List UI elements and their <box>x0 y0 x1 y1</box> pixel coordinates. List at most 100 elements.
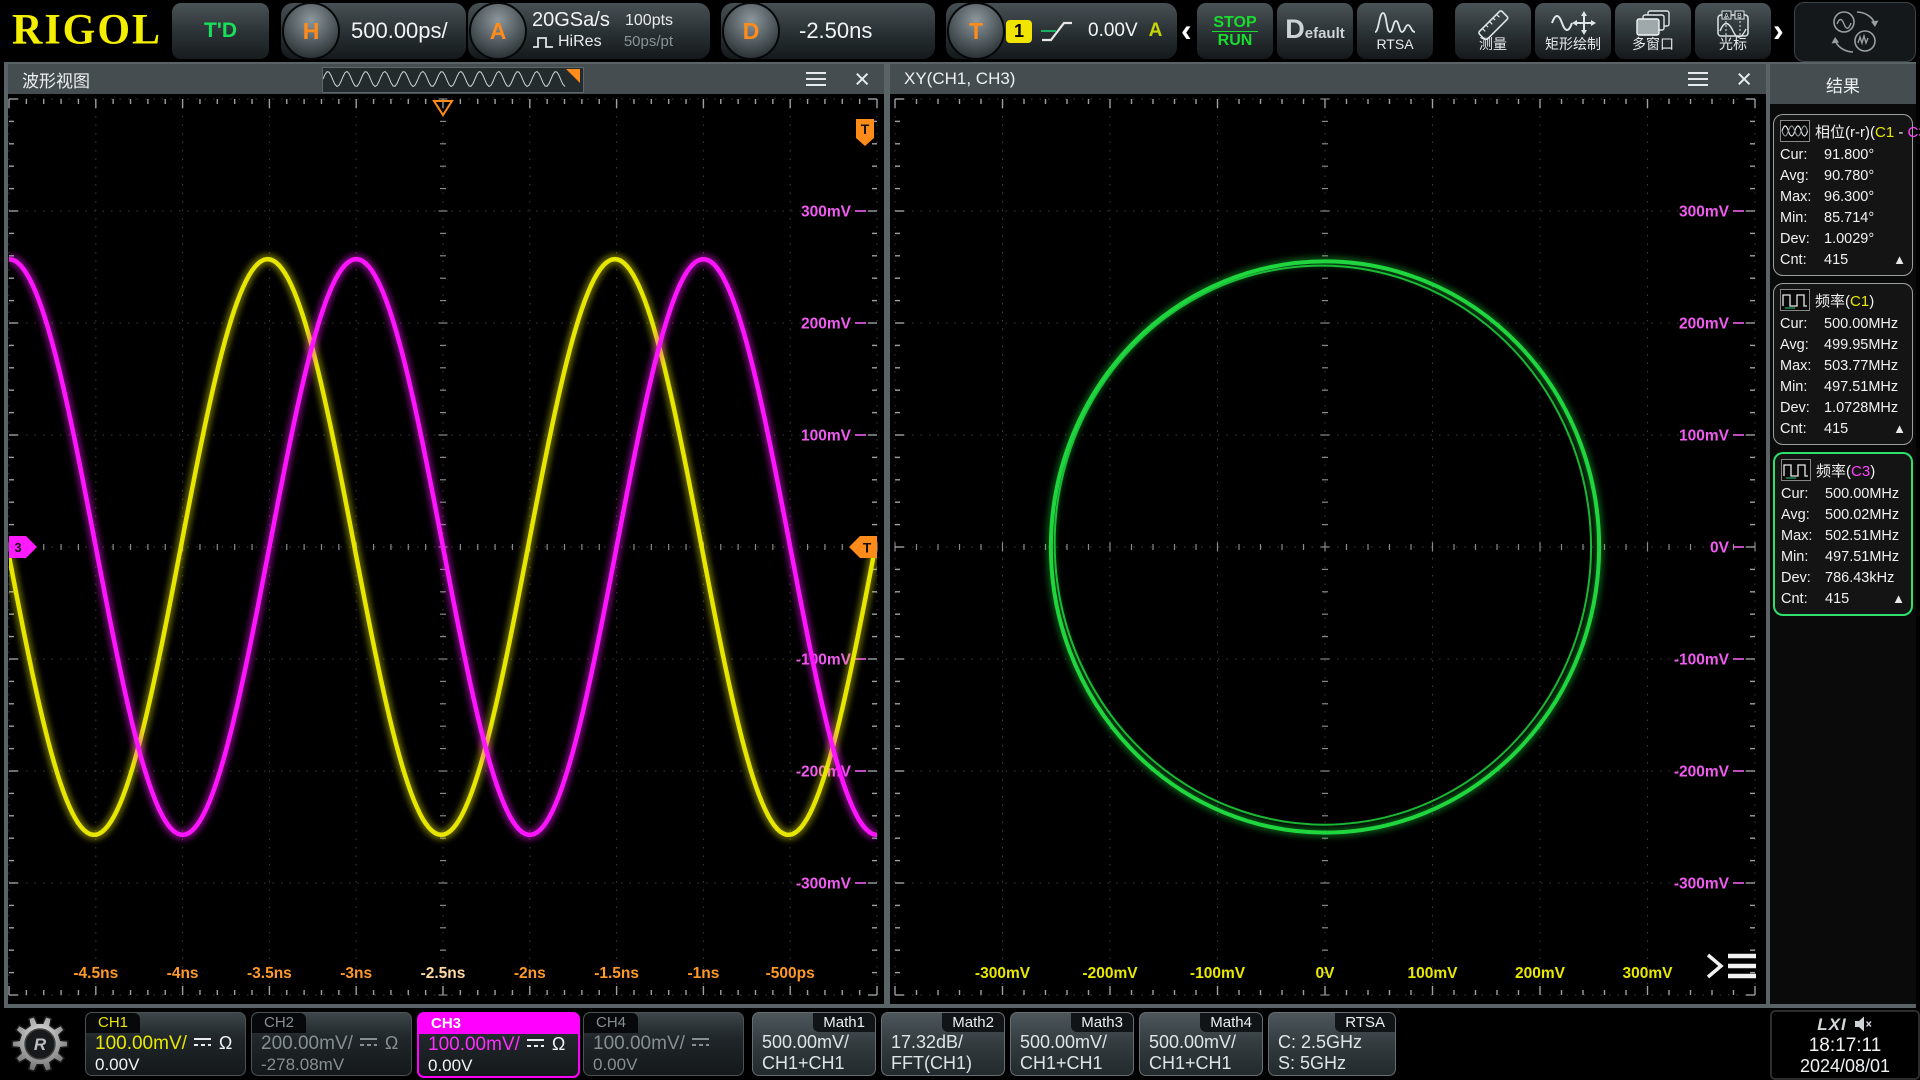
stat-value: 415 <box>1824 421 1848 437</box>
multi-window-label: 多窗口 <box>1632 36 1674 53</box>
rtsa-label: RTSA <box>1376 36 1413 53</box>
x-tick-label: -4.5ns <box>73 965 118 982</box>
math3-box[interactable]: Math3500.00mV/CH1+CH1 <box>1010 1012 1134 1076</box>
results-expand-icon[interactable] <box>1708 955 1756 977</box>
x-tick-label: -1.5ns <box>594 965 639 982</box>
default-button[interactable]: Default <box>1277 3 1353 59</box>
math2-box[interactable]: Math217.32dB/FFT(CH1) <box>881 1012 1005 1076</box>
trigger-knob[interactable]: T <box>947 2 1005 60</box>
trigger-level-flag[interactable]: T <box>856 119 874 146</box>
trigger-level-marker[interactable]: T <box>849 536 877 558</box>
measurement-row: Max:502.51MHz <box>1781 525 1905 546</box>
stat-label: Cnt: <box>1780 421 1824 437</box>
measurement-card-3[interactable]: 频率(C3)Cur:500.00MHzAvg:500.02MHzMax:502.… <box>1773 452 1913 616</box>
svg-text:R: R <box>34 1035 47 1054</box>
measurement-card-header: 频率(C3) <box>1781 457 1905 483</box>
math-tab-row: Math2 <box>882 1013 1004 1032</box>
stat-value: 500.00MHz <box>1825 486 1899 502</box>
x-tick-label: 100mV <box>1408 965 1459 982</box>
math-tab-label: Math2 <box>942 1013 1004 1032</box>
stat-value: 500.00MHz <box>1824 316 1898 332</box>
menu-icon[interactable] <box>1688 68 1708 90</box>
close-icon[interactable]: × <box>854 66 870 93</box>
channel-box-ch3[interactable]: CH3100.00mV/Ω0.00V <box>417 1012 580 1078</box>
x-tick-label: -1ns <box>687 965 719 982</box>
collapse-caret-icon[interactable]: ▲ <box>1893 421 1906 436</box>
measurement-card-1[interactable]: 相位(r-r)(C1 - C3)Cur:91.800°Avg:90.780°Ma… <box>1773 114 1913 276</box>
delay-knob[interactable]: D <box>722 2 780 60</box>
channel-box-ch2[interactable]: CH2200.00mV/Ω-278.08mV <box>251 1012 412 1076</box>
collapse-caret-icon[interactable]: ▲ <box>1893 252 1906 267</box>
channel-tab-label: CH4 <box>584 1013 638 1033</box>
view-switch-button[interactable] <box>1794 2 1916 62</box>
x-tick-label: -4ns <box>167 965 199 982</box>
collapse-caret-icon[interactable]: ▲ <box>1892 591 1905 606</box>
measurement-row: Min:85.714° <box>1780 207 1906 228</box>
rect-draw-button[interactable]: 矩形绘制 <box>1535 3 1611 59</box>
spectrum-icon <box>1374 10 1416 36</box>
svg-text:A: A <box>1724 12 1729 19</box>
ch3-offset-marker[interactable]: 3 <box>9 536 37 558</box>
channel-scale-row: 200.00mV/Ω <box>252 1033 411 1054</box>
y-tick-label: 100mV <box>801 428 852 445</box>
speaker-muted-icon[interactable] <box>1853 1016 1873 1032</box>
rtsa-box[interactable]: RTSAC: 2.5GHzS: 5GHz <box>1268 1012 1396 1076</box>
horizontal-control[interactable]: H 500.00ps/ <box>281 3 466 59</box>
measure-button[interactable]: 测量 <box>1455 3 1531 59</box>
channel-offset-row: 0.00V <box>86 1054 245 1075</box>
menu-icon[interactable] <box>806 68 826 90</box>
rigol-gear-logo[interactable]: R <box>10 1014 70 1079</box>
math-tab-row: RTSA <box>1269 1013 1395 1032</box>
stat-value: 502.51MHz <box>1825 528 1899 544</box>
channel-scale-value: 100.00mV/ <box>593 1033 685 1055</box>
stat-value: 96.300° <box>1824 189 1874 205</box>
trigger-status-button[interactable]: T'D <box>172 3 269 59</box>
horizontal-knob[interactable]: H <box>282 2 340 60</box>
stop-run-label: RUN <box>1212 31 1259 49</box>
measurement-row: Avg:90.780° <box>1780 165 1906 186</box>
system-status-box[interactable]: LXI 18:17:11 2024/08/01 <box>1770 1010 1920 1080</box>
timebase-value: 500.00ps/ <box>351 18 448 44</box>
channel-box-ch1[interactable]: CH1100.00mV/Ω0.00V <box>85 1012 246 1076</box>
math1-box[interactable]: Math1500.00mV/CH1+CH1 <box>752 1012 876 1076</box>
channel-scale-value: 100.00mV/ <box>428 1034 520 1056</box>
close-icon[interactable]: × <box>1736 66 1752 93</box>
multi-window-button[interactable]: 多窗口 <box>1615 3 1691 59</box>
channel-box-ch4[interactable]: CH4100.00mV/0.00V <box>583 1012 744 1076</box>
measurement-card-2[interactable]: 频率(C1)Cur:500.00MHzAvg:499.95MHzMax:503.… <box>1773 283 1913 445</box>
channel-offset-value: 0.00V <box>95 1055 139 1075</box>
waveform-preview-strip[interactable] <box>322 67 584 93</box>
trigger-control[interactable]: T 1 0.00V A <box>946 3 1177 59</box>
acquisition-control[interactable]: A 20GSa/s HiRes 100pts <box>468 3 710 59</box>
channel-tab-label: CH1 <box>86 1013 140 1033</box>
stat-label: Cur: <box>1780 316 1824 332</box>
cursor-ab-icon: AB <box>1715 10 1751 36</box>
cursor-button[interactable]: AB光标 <box>1695 3 1771 59</box>
measurement-row: Min:497.51MHz <box>1781 546 1905 567</box>
acquisition-knob[interactable]: A <box>469 2 527 60</box>
brand-logo: RIGOL <box>12 5 162 55</box>
stat-label: Max: <box>1780 189 1824 205</box>
math4-box[interactable]: Math4500.00mV/CH1+CH1 <box>1139 1012 1263 1076</box>
y-tick-label: 300mV <box>801 204 852 221</box>
preview-trigger-marker[interactable] <box>566 69 580 83</box>
stop-run-button[interactable]: STOPRUN <box>1197 3 1273 59</box>
xy-plot[interactable]: -300mV-200mV-100mV0V100mV200mV300mV300mV… <box>890 94 1766 1004</box>
math-tab-row: Math4 <box>1140 1013 1262 1032</box>
math-source-value: FFT(CH1) <box>882 1053 1004 1074</box>
impedance-label: Ω <box>385 1033 398 1054</box>
graticule <box>895 99 1755 995</box>
y-tick-label: -200mV <box>1674 764 1730 781</box>
trigger-level-value: 0.00V <box>1088 20 1138 42</box>
rtsa-button[interactable]: RTSA <box>1357 3 1433 59</box>
stat-label: Dev: <box>1780 400 1824 416</box>
measurement-name: 频率(C1) <box>1815 290 1874 311</box>
measurement-card-header: 频率(C1) <box>1780 287 1906 313</box>
delay-control[interactable]: D -2.50ns <box>721 3 935 59</box>
expand-arrow[interactable]: › <box>1773 10 1784 50</box>
waveform-plot[interactable]: -4.5ns-4ns-3.5ns-3ns-2.5ns-2ns-1.5ns-1ns… <box>8 94 884 1004</box>
measurement-row: Min:497.51MHz <box>1780 376 1906 397</box>
x-tick-label: 300mV <box>1623 965 1674 982</box>
measurement-row: Cnt:415 ▲ <box>1780 418 1906 439</box>
collapse-arrow[interactable]: ‹ <box>1181 10 1192 50</box>
